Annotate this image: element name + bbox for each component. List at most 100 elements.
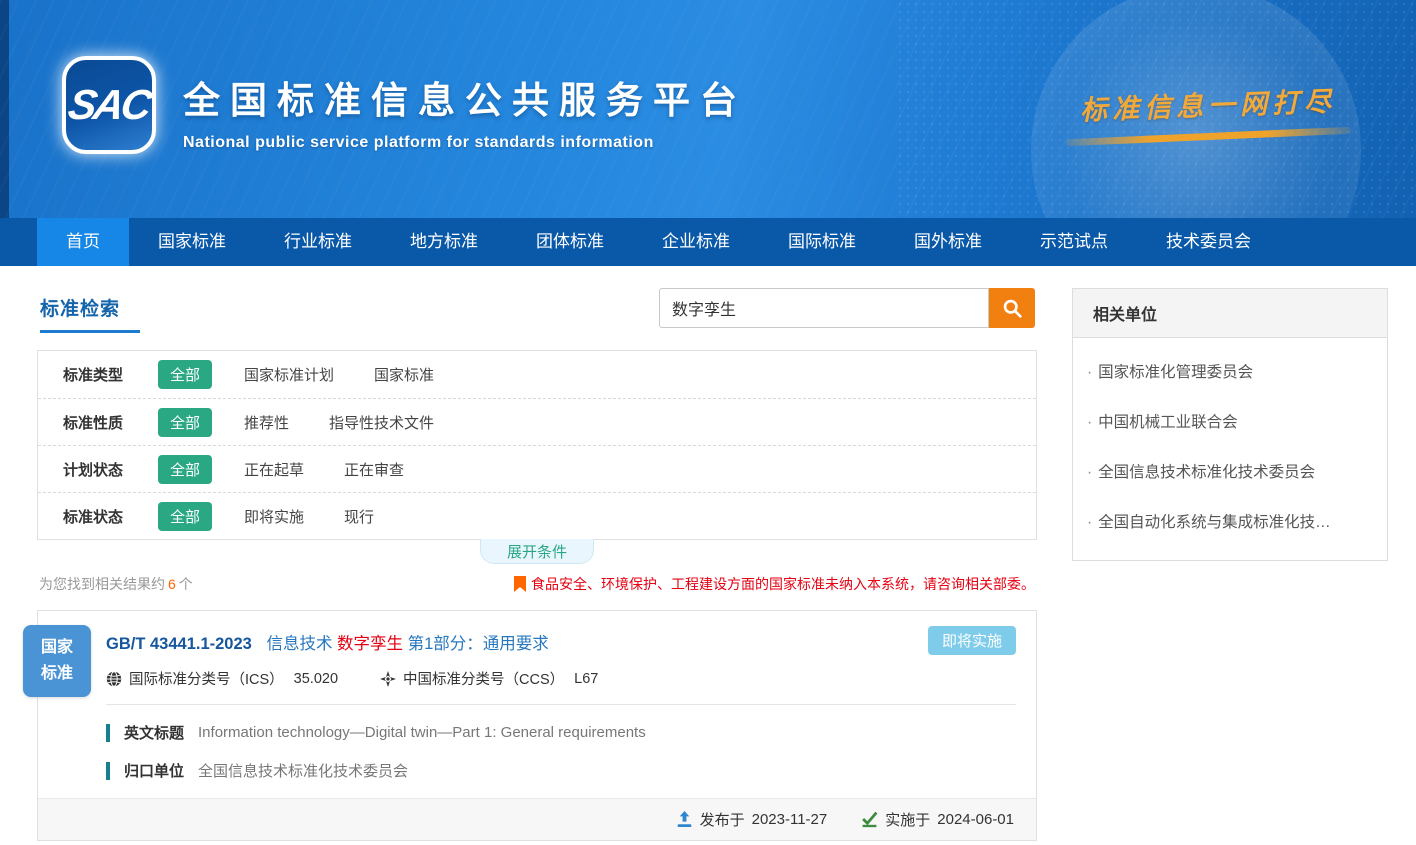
info-value: 全国信息技术标准化技术委员会 — [198, 760, 408, 781]
filter-label: 计划状态 — [63, 459, 158, 480]
filter-option[interactable]: 国家标准 — [374, 364, 434, 385]
filter-option[interactable]: 推荐性 — [244, 412, 289, 433]
search-box — [659, 288, 1035, 328]
filter-option[interactable]: 正在起草 — [244, 459, 304, 480]
check-icon — [861, 811, 878, 828]
search-section: 标准检索 — [37, 288, 1037, 350]
page-title-underline — [40, 330, 140, 333]
bullet: · — [1087, 364, 1092, 381]
related-unit-link[interactable]: ·全国信息技术标准化技术委员会 — [1073, 446, 1387, 496]
filter-row: 标准状态 全部 即将实施 现行 — [38, 492, 1036, 539]
banner-slogan: 标准信息一网打尽 — [1058, 84, 1358, 140]
card-divider — [106, 704, 1016, 705]
nav-item-企业标准[interactable]: 企业标准 — [633, 218, 759, 266]
bookmark-icon — [514, 576, 526, 592]
slogan-text: 标准信息一网打尽 — [1057, 79, 1358, 128]
standard-code: GB/T 43441.1-2023 — [106, 635, 252, 653]
info-label: 英文标题 — [124, 722, 184, 743]
standard-result-card: 国家标准 GB/T 43441.1-2023 信息技术 数字孪生 第1部分：通用… — [37, 610, 1037, 841]
card-footer: 发布于 2023-11-27 实施于 2024-06-01 — [38, 798, 1036, 840]
nav-item-地方标准[interactable]: 地方标准 — [381, 218, 507, 266]
filter-all-button[interactable]: 全部 — [158, 455, 212, 484]
implement-date-item: 实施于 2024-06-01 — [861, 809, 1014, 830]
info-row: 英文标题 Information technology—Digital twin… — [106, 722, 1016, 743]
page-title: 标准检索 — [40, 294, 120, 321]
filter-all-button[interactable]: 全部 — [158, 502, 212, 531]
site-banner: SAC 全国标准信息公共服务平台 National public service… — [0, 0, 1416, 218]
sac-logo-text: SAC — [65, 81, 153, 129]
bullet: · — [1087, 414, 1092, 431]
filter-all-button[interactable]: 全部 — [158, 408, 212, 437]
info-value: Information technology—Digital twin—Part… — [198, 724, 646, 741]
related-unit-link[interactable]: ·中国机械工业联合会 — [1073, 396, 1387, 446]
left-column: 标准检索 标准类型 全部 国家标准计划 国家标准 标准性质 全部 — [37, 288, 1037, 841]
filter-option[interactable]: 正在审查 — [344, 459, 404, 480]
nav-item-国家标准[interactable]: 国家标准 — [129, 218, 255, 266]
related-unit-link[interactable]: ·国家标准化管理委员会 — [1073, 346, 1387, 396]
publish-date: 2023-11-27 — [752, 811, 828, 828]
teal-bar — [106, 762, 110, 780]
teal-bar — [106, 724, 110, 742]
ccs-value: L67 — [574, 671, 598, 687]
site-title-english: National public service platform for sta… — [183, 134, 747, 152]
sac-logo: SAC — [62, 56, 156, 154]
filter-option[interactable]: 现行 — [344, 506, 374, 527]
filter-label: 标准类型 — [63, 364, 158, 385]
notice-text: 食品安全、环境保护、工程建设方面的国家标准未纳入本系统，请咨询相关部委。 — [531, 574, 1035, 594]
filter-option[interactable]: 国家标准计划 — [244, 364, 334, 385]
filter-all-button[interactable]: 全部 — [158, 360, 212, 389]
compass-icon — [380, 671, 396, 687]
filter-row: 计划状态 全部 正在起草 正在审查 — [38, 445, 1036, 492]
nav-item-技术委员会[interactable]: 技术委员会 — [1137, 218, 1280, 266]
related-unit-link[interactable]: ·全国自动化系统与集成标准化技… — [1073, 496, 1387, 546]
expand-conditions-button[interactable]: 展开条件 — [480, 539, 594, 564]
status-badge: 即将实施 — [928, 626, 1016, 655]
filter-option[interactable]: 指导性技术文件 — [329, 412, 434, 433]
nav-item-首页[interactable]: 首页 — [37, 218, 129, 266]
publish-date-item: 发布于 2023-11-27 — [676, 809, 828, 830]
ics-label: 国际标准分类号（ICS） — [129, 668, 284, 689]
filter-panel: 标准类型 全部 国家标准计划 国家标准 标准性质 全部 推荐性 指导性技术文件 计划… — [37, 350, 1037, 540]
ccs-label: 中国标准分类号（CCS） — [403, 668, 564, 689]
filter-row: 标准性质 全部 推荐性 指导性技术文件 — [38, 398, 1036, 445]
bullet: · — [1087, 514, 1092, 531]
system-notice: 食品安全、环境保护、工程建设方面的国家标准未纳入本系统，请咨询相关部委。 — [514, 574, 1035, 594]
nav-item-国际标准[interactable]: 国际标准 — [759, 218, 885, 266]
card-info-rows: 英文标题 Information technology—Digital twin… — [38, 722, 1036, 781]
globe-icon — [106, 671, 122, 687]
search-input[interactable] — [659, 288, 989, 328]
filter-label: 标准状态 — [63, 506, 158, 527]
main-nav: 首页国家标准行业标准地方标准团体标准企业标准国际标准国外标准示范试点技术委员会 — [0, 218, 1416, 266]
filter-option[interactable]: 即将实施 — [244, 506, 304, 527]
classification-row: 国际标准分类号（ICS） 35.020 中国标准分类号（CCS） L67 — [106, 668, 1016, 689]
related-units-title: 相关单位 — [1073, 289, 1387, 338]
result-count-number: 6 — [165, 576, 179, 592]
publish-icon — [676, 811, 693, 828]
info-row: 归口单位 全国信息技术标准化技术委员会 — [106, 760, 1016, 781]
site-title-chinese: 全国标准信息公共服务平台 — [183, 70, 747, 124]
bullet: · — [1087, 464, 1092, 481]
related-units-list: ·国家标准化管理委员会 ·中国机械工业联合会 ·全国信息技术标准化技术委员会 ·… — [1073, 338, 1387, 560]
filter-label: 标准性质 — [63, 412, 158, 433]
standard-title-part1: 信息技术 — [266, 635, 332, 653]
standard-title-part2: 第1部分：通用要求 — [408, 635, 549, 653]
search-button[interactable] — [989, 288, 1035, 328]
card-head: GB/T 43441.1-2023 信息技术 数字孪生 第1部分：通用要求 即将… — [38, 611, 1036, 705]
info-label: 归口单位 — [124, 760, 184, 781]
results-meta-row: 为您找到相关结果约6个 食品安全、环境保护、工程建设方面的国家标准未纳入本系统，… — [37, 574, 1037, 594]
result-count: 为您找到相关结果约6个 — [39, 574, 193, 594]
nav-item-国外标准[interactable]: 国外标准 — [885, 218, 1011, 266]
standard-title-highlight: 数字孪生 — [337, 635, 403, 653]
ics-value: 35.020 — [294, 671, 338, 687]
implement-date: 2024-06-01 — [937, 811, 1014, 828]
filter-row: 标准类型 全部 国家标准计划 国家标准 — [38, 351, 1036, 398]
search-icon — [1002, 298, 1023, 319]
nav-item-团体标准[interactable]: 团体标准 — [507, 218, 633, 266]
national-standard-badge: 国家标准 — [23, 625, 91, 697]
banner-titles: 全国标准信息公共服务平台 National public service pla… — [183, 70, 747, 152]
standard-title-link[interactable]: GB/T 43441.1-2023 信息技术 数字孪生 第1部分：通用要求 — [106, 630, 1016, 654]
nav-item-行业标准[interactable]: 行业标准 — [255, 218, 381, 266]
main-content: 标准检索 标准类型 全部 国家标准计划国家标准 标准性质 全部 — [0, 266, 1416, 845]
related-units-panel: 相关单位 ·国家标准化管理委员会 ·中国机械工业联合会 ·全国信息技术标准化技术… — [1072, 288, 1388, 561]
nav-item-示范试点[interactable]: 示范试点 — [1011, 218, 1137, 266]
